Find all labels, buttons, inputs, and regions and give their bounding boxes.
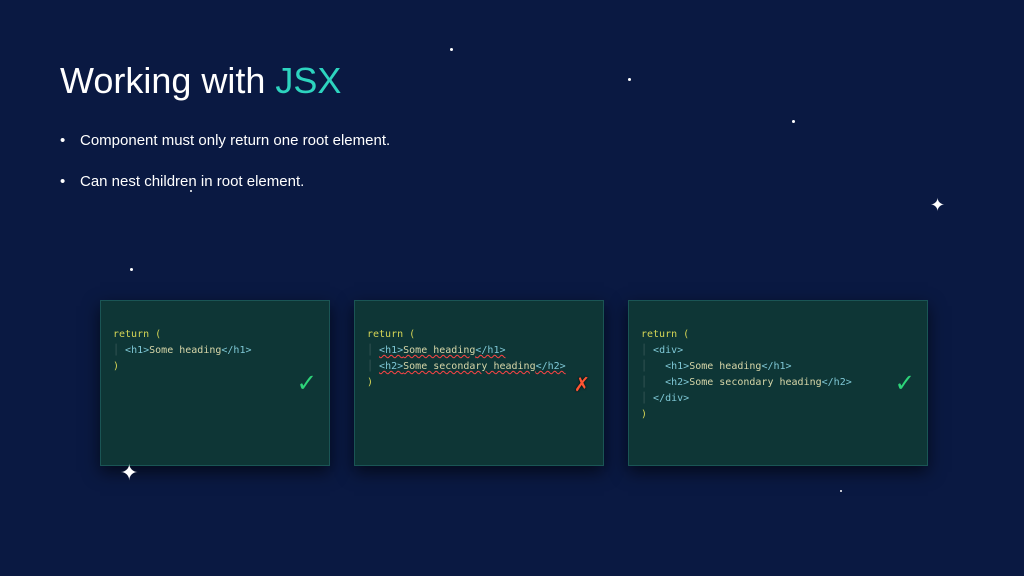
code-paren: ) [113, 361, 119, 372]
code-examples-row: return ( │ <h1>Some heading</h1> ) ✓ ret… [100, 300, 928, 466]
code-tag: <h1> [125, 345, 149, 356]
title-prefix: Working with [60, 60, 275, 101]
code-text: Some heading [403, 345, 475, 356]
code-paren: ) [641, 409, 647, 420]
sparkle-icon: ✦ [120, 460, 138, 486]
code-tag: </h2> [822, 377, 852, 388]
decoration-star [840, 490, 842, 492]
code-tag: <h1> [379, 345, 403, 356]
code-tag: </h2> [536, 361, 566, 372]
code-keyword: return [113, 329, 149, 340]
code-text: Some secondary heading [689, 377, 821, 388]
code-tag: <h1> [665, 361, 689, 372]
code-text: Some heading [149, 345, 221, 356]
cross-icon: ✗ [575, 364, 589, 402]
code-tag: <div> [653, 345, 683, 356]
decoration-star [130, 268, 133, 271]
code-example-valid-single: return ( │ <h1>Some heading</h1> ) ✓ [100, 300, 330, 466]
code-example-valid-wrapped: return ( │ <div> │ <h1>Some heading</h1>… [628, 300, 928, 466]
check-icon: ✓ [896, 361, 913, 406]
code-tag: </h1> [761, 361, 791, 372]
bullet-item: Can nest children in root element. [60, 171, 420, 192]
slide-title: Working with JSX [60, 60, 964, 102]
code-text: Some heading [689, 361, 761, 372]
code-tag: </h1> [221, 345, 251, 356]
code-paren: ) [367, 377, 373, 388]
title-highlight: JSX [275, 60, 341, 101]
code-text: Some secondary heading [403, 361, 535, 372]
code-example-invalid: return ( │ <h1>Some heading</h1> │ <h2>S… [354, 300, 604, 466]
code-tag: </h1> [475, 345, 505, 356]
bullet-item: Component must only return one root elem… [60, 130, 420, 151]
bullet-list: Component must only return one root elem… [60, 130, 420, 192]
code-tag: <h2> [379, 361, 403, 372]
code-paren: ( [403, 329, 415, 340]
sparkle-icon: ✦ [930, 195, 945, 216]
code-tag: <h2> [665, 377, 689, 388]
check-icon: ✓ [298, 361, 315, 406]
code-keyword: return [367, 329, 403, 340]
code-tag: </div> [653, 393, 689, 404]
code-paren: ( [677, 329, 689, 340]
code-paren: ( [149, 329, 161, 340]
code-keyword: return [641, 329, 677, 340]
